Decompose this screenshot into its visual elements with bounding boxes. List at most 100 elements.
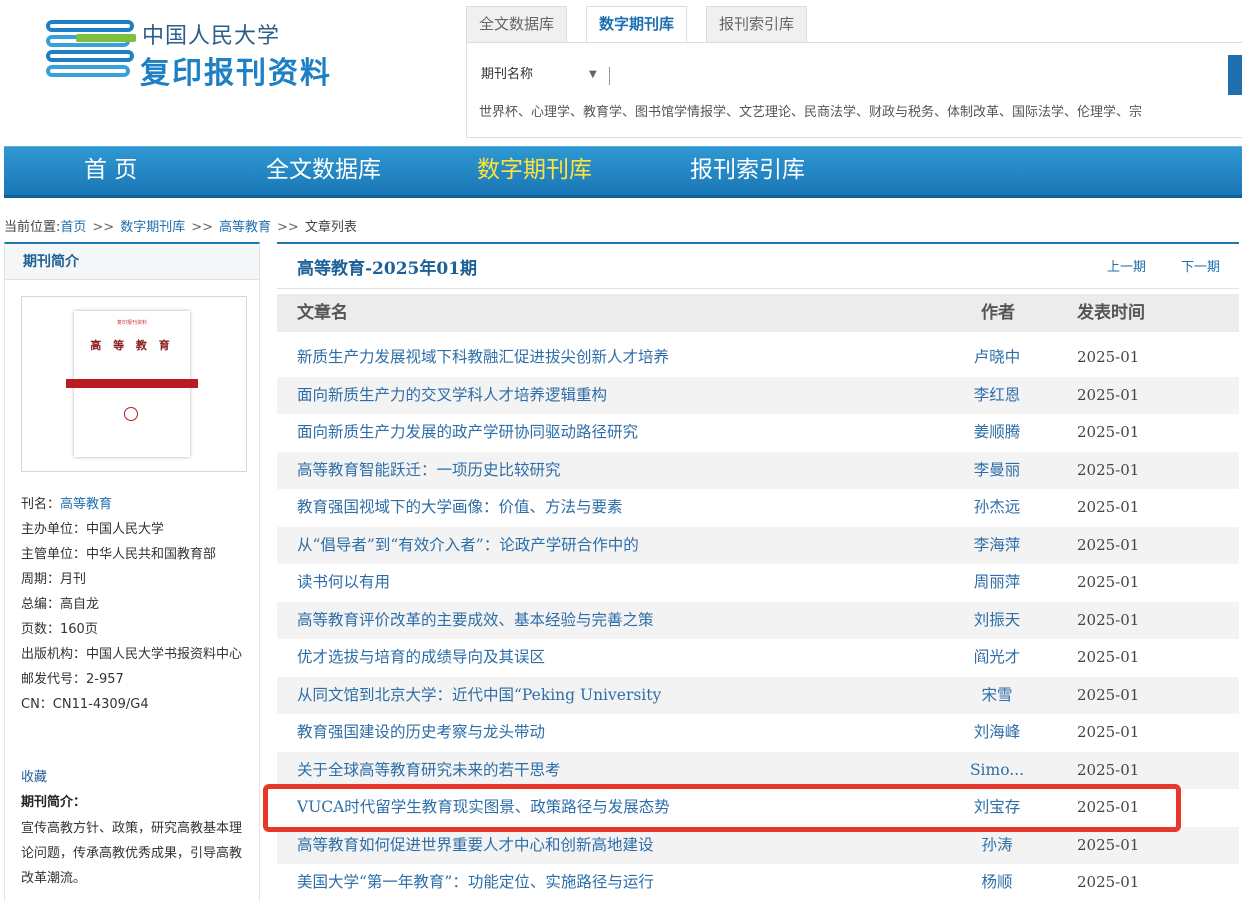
- search-button[interactable]: [1228, 55, 1242, 95]
- cover-title: 高 等 教 育: [90, 339, 174, 352]
- search-tab-index[interactable]: 报刊索引库: [706, 6, 808, 42]
- breadcrumb-journal[interactable]: 高等教育: [219, 220, 271, 235]
- article-title-link[interactable]: 美国大学“第一年教育”：功能定位、实施路径与运行: [297, 864, 937, 901]
- article-date: 2025-01: [1077, 385, 1140, 404]
- nav-home[interactable]: 首 页: [84, 147, 137, 195]
- article-author-link[interactable]: 李曼丽: [957, 452, 1037, 489]
- breadcrumb-journals[interactable]: 数字期刊库: [120, 220, 185, 235]
- search-tab-fulltext[interactable]: 全文数据库: [466, 6, 568, 42]
- article-author-link[interactable]: 孙涛: [957, 827, 1037, 864]
- article-date: 2025-01: [1077, 573, 1140, 591]
- chevron-down-icon: ▼: [589, 69, 597, 80]
- article-author-link[interactable]: 李红恩: [957, 377, 1037, 414]
- article-title-link[interactable]: VUCA时代留学生教育现实图景、政策路径与发展态势: [297, 789, 937, 826]
- table-row: 美国大学“第一年教育”：功能定位、实施路径与运行 杨顺 2025-01: [277, 864, 1239, 901]
- nav-journals[interactable]: 数字期刊库: [477, 147, 592, 195]
- info-pages: 页数：160页: [21, 622, 98, 637]
- article-title-link[interactable]: 高等教育如何促进世界重要人才中心和创新高地建设: [297, 827, 937, 864]
- info-postcode: 邮发代号：2-957: [21, 672, 124, 687]
- article-date: 2025-01: [1077, 873, 1140, 891]
- header-author: 作者: [981, 303, 1015, 323]
- article-date: 2025-01: [1077, 498, 1140, 516]
- article-date: 2025-01: [1077, 835, 1140, 854]
- table-row: 面向新质生产力发展的政产学研协同驱动路径研究 姜顺腾 2025-01: [277, 414, 1239, 451]
- table-row: 高等教育如何促进世界重要人才中心和创新高地建设 孙涛 2025-01: [277, 826, 1239, 864]
- article-title-link[interactable]: 面向新质生产力的交叉学科人才培养逻辑重构: [297, 377, 937, 414]
- search-panel: 期刊名称 ▼ 世界杯、心理学、教育学、图书馆学情报学、文艺理论、民商法学、财政与…: [466, 42, 1242, 138]
- header-title: 文章名: [297, 303, 348, 323]
- cover-small-print: [82, 369, 182, 375]
- cover-seal-icon: [124, 407, 138, 421]
- journal-info: 刊名：高等教育 主办单位：中国人民大学 主管单位：中华人民共和国教育部 周期：月…: [21, 492, 257, 717]
- article-title-link[interactable]: 面向新质生产力发展的政产学研协同驱动路径研究: [297, 414, 937, 451]
- divider: [277, 288, 1239, 289]
- search-field-select[interactable]: 期刊名称 ▼: [481, 57, 611, 93]
- article-author-link[interactable]: 杨顺: [957, 864, 1037, 901]
- info-publisher: 出版机构：中国人民大学书报资料中心: [21, 647, 243, 662]
- breadcrumb-separator: >>: [191, 220, 214, 235]
- article-author-link[interactable]: 孙杰远: [957, 489, 1037, 526]
- breadcrumb-separator: >>: [277, 220, 299, 235]
- article-title-link[interactable]: 高等教育评价改革的主要成效、基本经验与完善之策: [297, 602, 937, 639]
- header-date: 发表时间: [1077, 303, 1145, 323]
- nav-index[interactable]: 报刊索引库: [690, 147, 805, 195]
- article-title-link[interactable]: 从“倡导者”到“有效介入者”：论政产学研合作中的: [297, 527, 937, 564]
- article-author-link[interactable]: 刘振天: [957, 602, 1037, 639]
- search-input[interactable]: [617, 57, 1227, 93]
- article-date: 2025-01: [1077, 723, 1140, 741]
- article-title-link[interactable]: 教育强国建设的历史考察与龙头带动: [297, 714, 937, 751]
- table-row: 高等教育智能跃迁：一项历史比较研究 李曼丽 2025-01: [277, 451, 1239, 489]
- article-title-link[interactable]: 读书何以有用: [297, 564, 937, 601]
- article-author-link[interactable]: Simo...: [957, 752, 1037, 789]
- article-date: 2025-01: [1077, 798, 1140, 816]
- article-title-link[interactable]: 关于全球高等教育研究未来的若干思考: [297, 752, 937, 789]
- search-tab-journals[interactable]: 数字期刊库: [586, 6, 688, 42]
- article-date: 2025-01: [1077, 685, 1140, 704]
- site-logo[interactable]: 中国人民大学 复印报刊资料: [46, 16, 346, 91]
- prev-issue-link[interactable]: 上一期: [1107, 256, 1146, 275]
- article-author-link[interactable]: 周丽萍: [957, 564, 1037, 601]
- intro-text: 宣传高教方针、政策，研究高教基本理论问题，传承高教优秀成果，引导高教改革潮流。: [21, 821, 243, 886]
- info-name-value[interactable]: 高等教育: [60, 497, 112, 512]
- favorite-link[interactable]: 收藏: [21, 766, 47, 785]
- info-cycle: 周期：月刊: [21, 572, 87, 587]
- article-date: 2025-01: [1077, 648, 1140, 666]
- info-cn: CN：CN11-4309/G4: [21, 697, 149, 712]
- select-divider: [609, 67, 610, 85]
- logo-product-name: 复印报刊资料: [140, 56, 332, 91]
- article-author-link[interactable]: 刘海峰: [957, 714, 1037, 751]
- article-date: 2025-01: [1077, 423, 1140, 441]
- article-date: 2025-01: [1077, 760, 1140, 779]
- article-title-link[interactable]: 高等教育智能跃迁：一项历史比较研究: [297, 452, 937, 489]
- article-list-panel: 高等教育-2025年01期 上一期 下一期 文章名 作者 发表时间 新质生产力发…: [277, 242, 1239, 901]
- article-author-link[interactable]: 刘宝存: [957, 789, 1037, 826]
- article-author-link[interactable]: 姜顺腾: [957, 414, 1037, 451]
- article-date: 2025-01: [1077, 460, 1140, 479]
- info-sponsor: 主办单位：中国人民大学: [21, 522, 165, 537]
- nav-fulltext[interactable]: 全文数据库: [266, 147, 381, 195]
- issue-title: 高等教育-2025年01期: [297, 259, 478, 279]
- journal-cover-image[interactable]: 复印报刊资料 高 等 教 育: [66, 311, 198, 457]
- table-row: 从“倡导者”到“有效介入者”：论政产学研合作中的 李海萍 2025-01: [277, 526, 1239, 564]
- logo-university-name: 中国人民大学: [142, 24, 281, 49]
- next-issue-link[interactable]: 下一期: [1181, 256, 1220, 275]
- article-date: 2025-01: [1077, 348, 1140, 366]
- info-editor: 总编：高自龙: [21, 597, 100, 612]
- hot-search-words[interactable]: 世界杯、心理学、教育学、图书馆学情报学、文艺理论、民商法学、财政与税务、体制改革…: [479, 101, 1242, 120]
- article-author-link[interactable]: 卢晓中: [957, 339, 1037, 376]
- main-nav: 首 页 全文数据库 数字期刊库 报刊索引库: [4, 146, 1242, 198]
- article-title-link[interactable]: 教育强国视域下的大学画像：价值、方法与要素: [297, 489, 937, 526]
- table-row: 教育强国视域下的大学画像：价值、方法与要素 孙杰远 2025-01: [277, 489, 1239, 526]
- sidebar-title: 期刊简介: [5, 244, 259, 280]
- breadcrumb: 当前位置:首页 >> 数字期刊库 >> 高等教育 >> 文章列表: [4, 216, 357, 235]
- breadcrumb-home[interactable]: 首页: [60, 220, 86, 235]
- table-row: 新质生产力发展视域下科教融汇促进拔尖创新人才培养 卢晓中 2025-01: [277, 339, 1239, 376]
- panel-top-border: [277, 242, 1239, 244]
- article-title-link[interactable]: 新质生产力发展视域下科教融汇促进拔尖创新人才培养: [297, 339, 937, 376]
- article-author-link[interactable]: 李海萍: [957, 527, 1037, 564]
- article-title-link[interactable]: 优才选拔与培育的成绩导向及其误区: [297, 639, 937, 676]
- article-date: 2025-01: [1077, 535, 1140, 554]
- article-author-link[interactable]: 宋雪: [957, 677, 1037, 714]
- article-author-link[interactable]: 阎光才: [957, 639, 1037, 676]
- article-title-link[interactable]: 从同文馆到北京大学：近代中国“Peking University: [297, 677, 937, 714]
